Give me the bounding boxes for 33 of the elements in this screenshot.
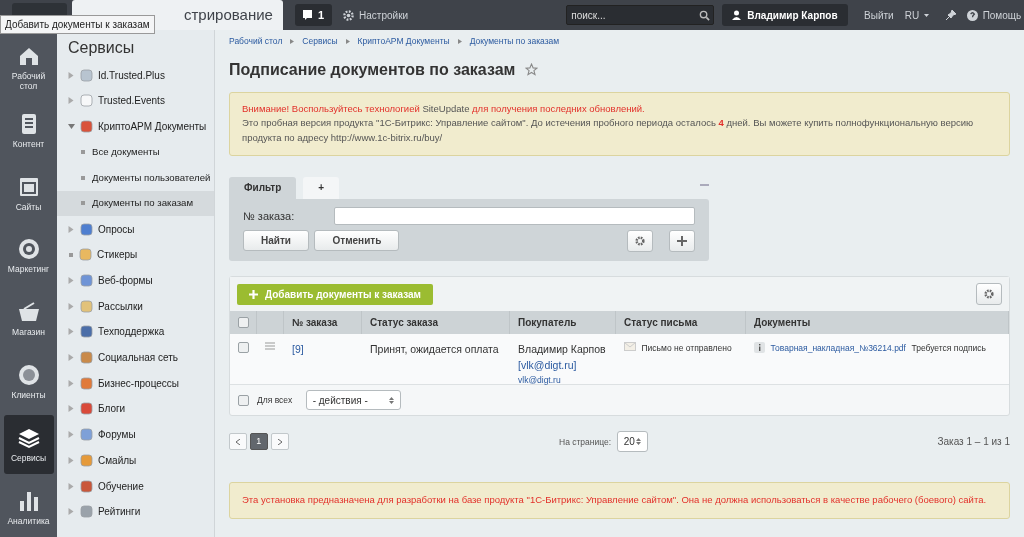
menu-label: Опросы xyxy=(98,222,135,237)
table-cell-text: Принят, ожидается оплата xyxy=(370,342,499,358)
menu-label: Документы по заказам xyxy=(92,196,193,211)
menu-label: Бизнес-процессы xyxy=(98,376,180,391)
tooltip: Добавить документы к заказам xyxy=(0,15,155,34)
buyer-name: Владимир Карпов xyxy=(518,342,606,358)
menu-label: Форумы xyxy=(98,428,136,443)
warning-text: для получения последних обновлений. xyxy=(472,102,645,114)
mail-status: Письмо не отправлено xyxy=(641,342,732,356)
menu-label: Смайлы xyxy=(98,453,137,468)
menu-label: Веб-формы xyxy=(98,274,153,289)
field-label: № заказа: xyxy=(243,208,296,224)
pager-summary: Заказ 1 – 1 из 1 xyxy=(937,435,1010,450)
menu-label: Trusted.Events xyxy=(98,94,165,109)
per-page-label: На странице: xyxy=(559,435,612,449)
menu-label: КриптоАРМ Документы xyxy=(98,119,207,134)
menu-label: Техподдержка xyxy=(98,325,165,340)
panel-title: Сервисы xyxy=(68,38,136,58)
menu-label: Id.Trusted.Plus xyxy=(98,68,165,83)
for-all-label: Для всех xyxy=(257,394,293,407)
menu-label: Социальная сеть xyxy=(98,351,178,366)
menu-label: Рейтинги xyxy=(98,505,141,520)
warning-text: Внимание! Воспользуйтесь технологией xyxy=(242,102,420,114)
trial-text: Это пробная версия продукта "1С-Битрикс: Управление сайтом". До истечения пробного периода осталось 4 дней. Вы можете купить полнофункциональную версию продукта по адресу http://www.1c-bitrix.ru/buy/ xyxy=(242,116,975,146)
menu-label: Блоги xyxy=(98,402,126,417)
menu-label: Документы пользователей xyxy=(92,170,211,185)
menu-label: Рассылки xyxy=(98,299,143,314)
menu-label: Все документы xyxy=(92,144,160,159)
menu-label: Обучение xyxy=(98,479,144,494)
menu-label: Стикеры xyxy=(97,248,138,263)
document-status: Требуется подпись xyxy=(911,342,986,356)
notice-text: Эта установка предназначена для разработки на базе продукта "1С-Битрикс: Управление сайтом". Она не должна использоваться в качестве рабочего (боевого) сайта. xyxy=(229,482,1010,519)
page-title: Подписание документов по заказам xyxy=(229,59,516,80)
